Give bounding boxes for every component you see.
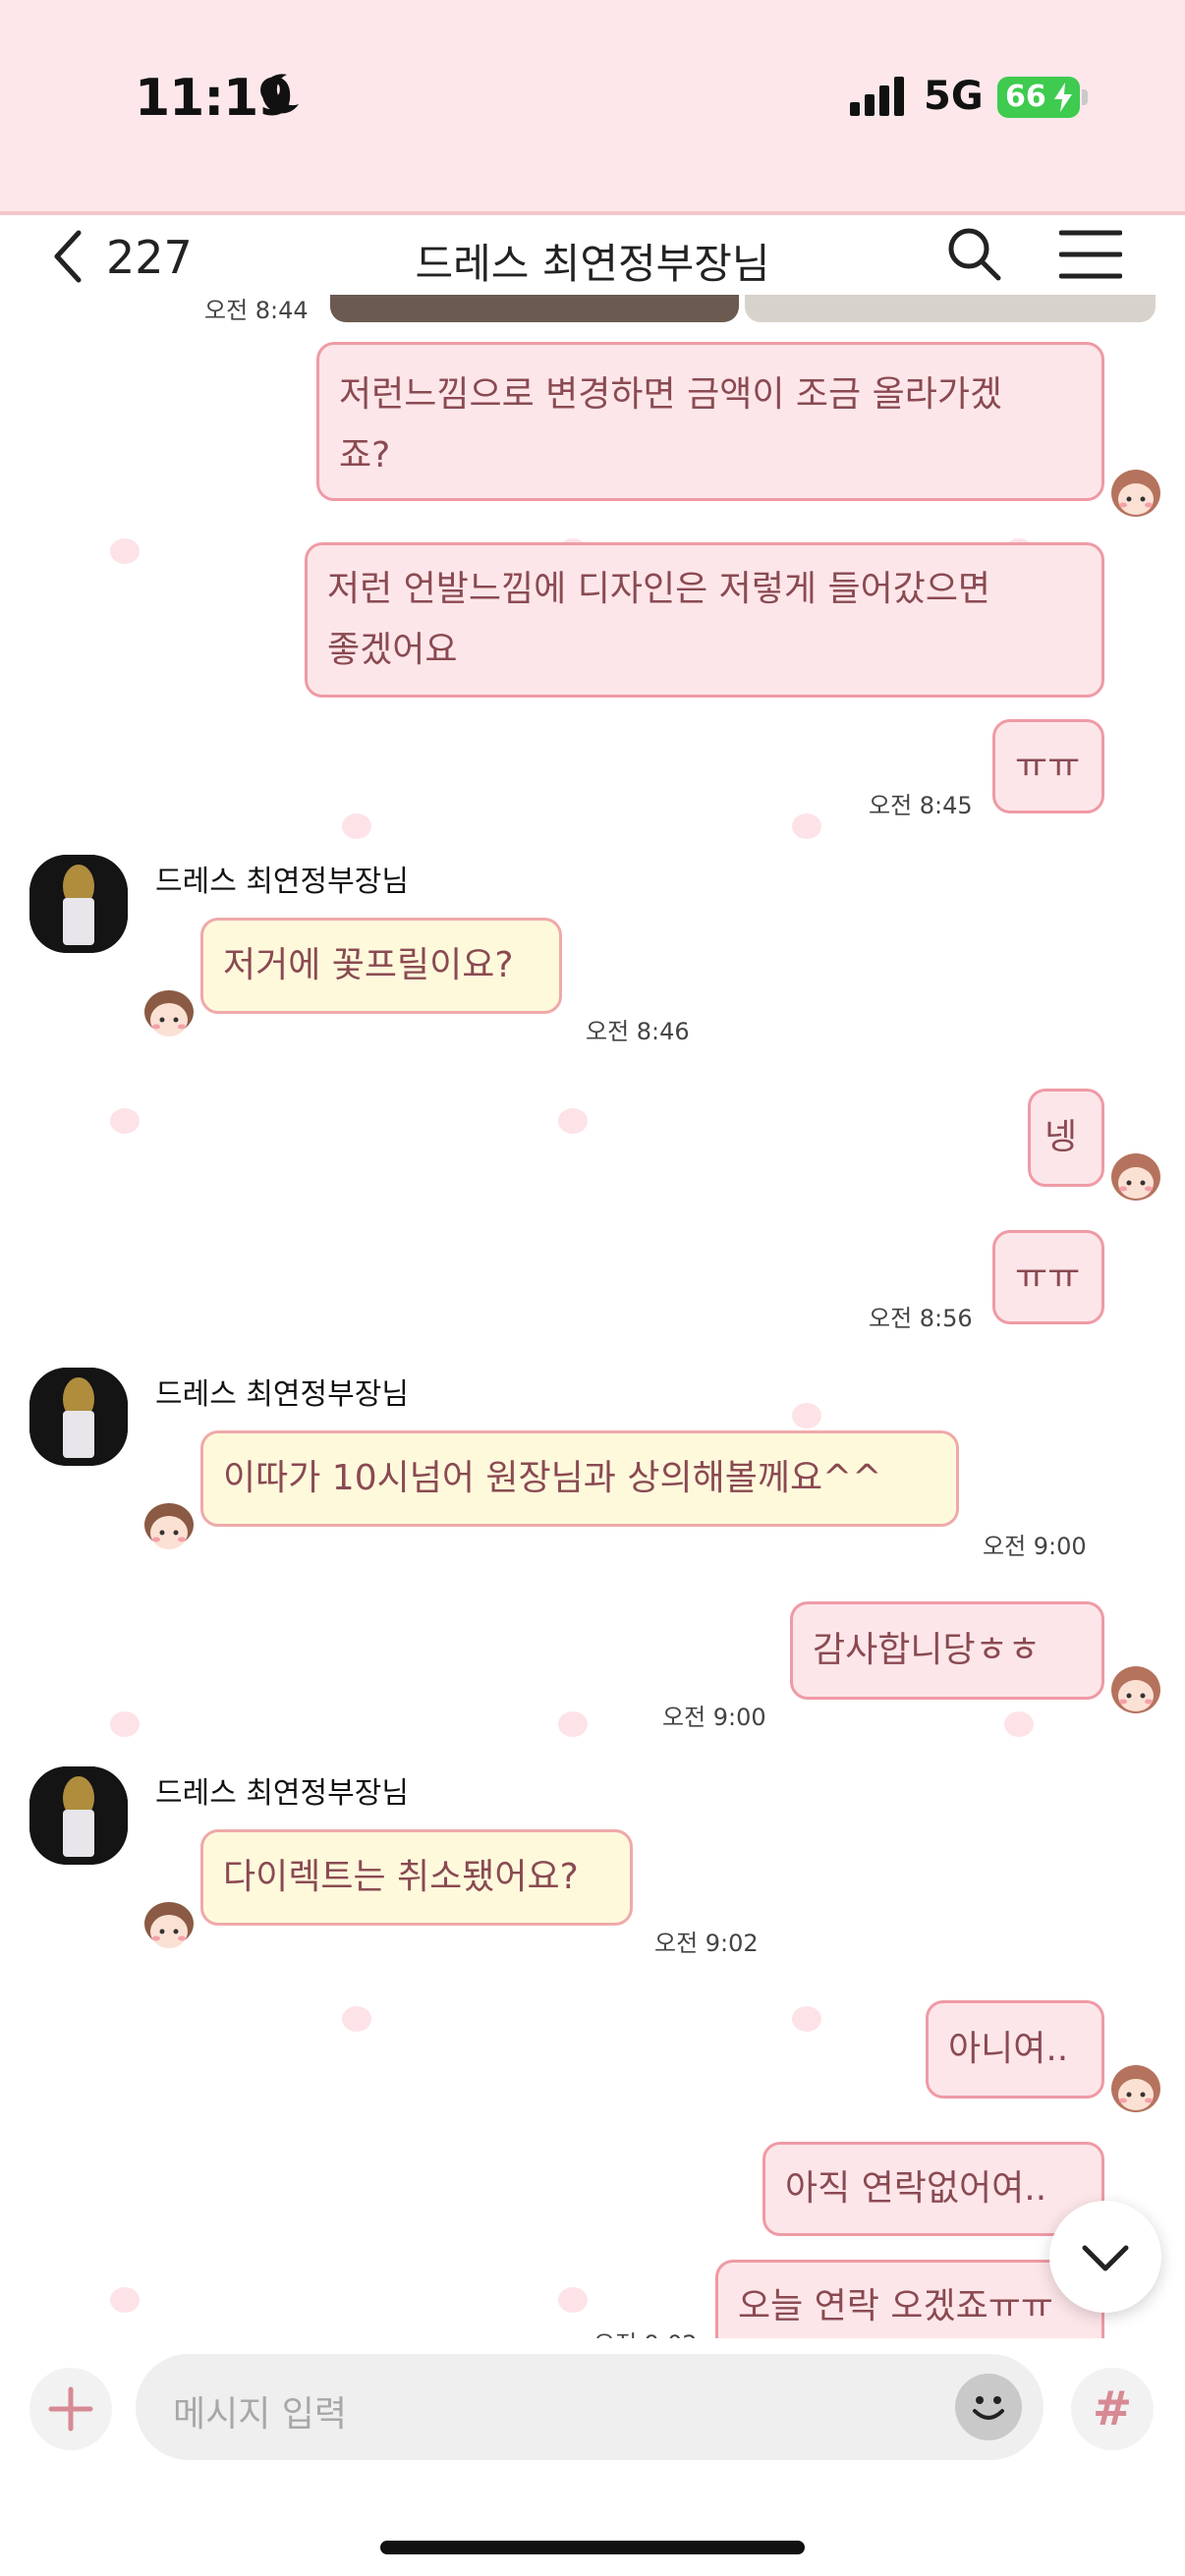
message-text: 오늘 연락 오겠죠ㅠㅠ	[738, 2286, 1053, 2326]
chat-header: 227 드레스 최연정부장님	[0, 211, 1185, 304]
message-input[interactable]: 메시지 입력	[136, 2354, 1044, 2460]
battery-level: 66	[1005, 80, 1046, 114]
background-dot	[792, 813, 821, 839]
moon-icon	[262, 74, 299, 114]
message-time: 오전 9:00	[983, 1533, 1087, 1560]
background-dot	[110, 2287, 140, 2313]
background-dot	[558, 2287, 588, 2313]
girl-sticker-icon	[1111, 1153, 1160, 1201]
chat-title: 드레스 최연정부장님	[415, 240, 770, 288]
message-text: 다이렉트는 취소됐어요?	[223, 1857, 579, 1897]
girl-sticker-icon	[1111, 470, 1160, 517]
menu-icon[interactable]	[1059, 227, 1122, 282]
network-label: 5G	[924, 74, 984, 119]
sent-message[interactable]: ㅠㅠ	[992, 719, 1104, 813]
add-attachment-button[interactable]	[29, 2368, 112, 2450]
sent-message[interactable]: ㅠㅠ	[992, 1230, 1104, 1324]
message-text: 아니여..	[948, 2029, 1069, 2069]
message-text-line: 저런느낌으로 변경하면 금액이 조금 올라가겠	[339, 374, 1003, 415]
sender-name: 드레스 최연정부장님	[155, 1377, 409, 1412]
avatar[interactable]	[29, 1766, 128, 1865]
received-message[interactable]: 이따가 10시넘어 원장님과 상의해볼께요^^	[200, 1430, 959, 1527]
message-text: 이따가 10시넘어 원장님과 상의해볼께요^^	[223, 1458, 882, 1498]
message-input-placeholder: 메시지 입력	[173, 2394, 348, 2435]
background-dot	[110, 1711, 140, 1737]
boy-sticker-icon	[144, 990, 194, 1036]
emoji-icon	[973, 2396, 1004, 2420]
photo-thumbnail[interactable]	[745, 295, 1156, 322]
received-message[interactable]: 저거에 꽃프릴이요?	[200, 918, 562, 1014]
message-time: 오전 8:44	[204, 297, 309, 324]
avatar[interactable]	[29, 1368, 128, 1466]
photo-thumbnail[interactable]	[330, 295, 739, 322]
message-text-line: 저런 언발느낌에 디자인은 저렇게 들어갔으면	[327, 569, 991, 609]
sender-name: 드레스 최연정부장님	[155, 865, 409, 899]
message-text-line: 좋겠어요	[327, 630, 458, 670]
sent-message[interactable]: 감사합니당ㅎㅎ	[790, 1601, 1104, 1700]
plus-icon	[48, 2386, 93, 2432]
received-message[interactable]: 다이렉트는 취소됐어요?	[200, 1829, 633, 1926]
search-icon[interactable]	[943, 223, 1004, 284]
sent-message[interactable]: 넹	[1028, 1089, 1104, 1187]
scroll-to-bottom-button[interactable]	[1049, 2201, 1161, 2313]
message-text: 넹	[1044, 1117, 1078, 1157]
message-time: 오전 9:02	[593, 2324, 698, 2338]
message-text: 감사합니당ㅎㅎ	[813, 1630, 1041, 1670]
background-dot	[558, 1108, 588, 1134]
boy-sticker-icon	[144, 1503, 194, 1549]
message-time: 오전 8:56	[869, 1305, 973, 1332]
message-text: 아직 연락없어여..	[785, 2168, 1047, 2209]
hash-button[interactable]: #	[1071, 2368, 1154, 2450]
avatar[interactable]	[29, 855, 128, 953]
emoji-button[interactable]	[955, 2374, 1022, 2440]
girl-sticker-icon	[1111, 2065, 1160, 2112]
battery-tip	[1082, 89, 1088, 105]
sent-message[interactable]: 저런 언발느낌에 디자인은 저렇게 들어갔으면 좋겠어요	[305, 542, 1104, 698]
signal-icon	[850, 77, 904, 116]
sent-message[interactable]: 저런느낌으로 변경하면 금액이 조금 올라가겠 죠?	[316, 342, 1104, 501]
message-time: 오전 8:46	[586, 1018, 690, 1045]
message-text-line: 죠?	[339, 435, 391, 476]
message-time: 오전 8:45	[869, 792, 973, 819]
message-text: 저거에 꽃프릴이요?	[223, 945, 514, 985]
background-dot	[1004, 1711, 1034, 1737]
background-dot	[110, 1108, 140, 1134]
message-list[interactable]: 오전 8:44 저런느낌으로 변경하면 금액이 조금 올라가겠 죠? 저런 언발…	[0, 295, 1185, 2338]
battery-icon: 66	[997, 77, 1080, 118]
sent-message[interactable]: 오늘 연락 오겠죠ㅠㅠ	[715, 2260, 1104, 2338]
sender-name: 드레스 최연정부장님	[155, 1776, 409, 1811]
background-dot	[342, 813, 371, 839]
background-dot	[110, 538, 140, 564]
status-bar: 11:19 5G 66	[0, 0, 1185, 211]
background-dot	[342, 2006, 371, 2032]
background-dot	[792, 1403, 821, 1428]
background-dot	[558, 1711, 588, 1737]
girl-sticker-icon	[1111, 1666, 1160, 1713]
message-time: 오전 9:00	[662, 1704, 766, 1731]
message-time: 오전 9:02	[654, 1930, 759, 1957]
hash-icon: #	[1092, 2381, 1133, 2436]
message-text: ㅠㅠ	[1015, 746, 1081, 786]
message-text: ㅠㅠ	[1015, 1257, 1081, 1297]
background-dot	[792, 2006, 821, 2032]
boy-sticker-icon	[144, 1902, 194, 1948]
home-indicator	[380, 2541, 805, 2554]
sent-message[interactable]: 아니여..	[926, 2000, 1104, 2099]
chevron-down-icon	[1082, 2245, 1129, 2271]
